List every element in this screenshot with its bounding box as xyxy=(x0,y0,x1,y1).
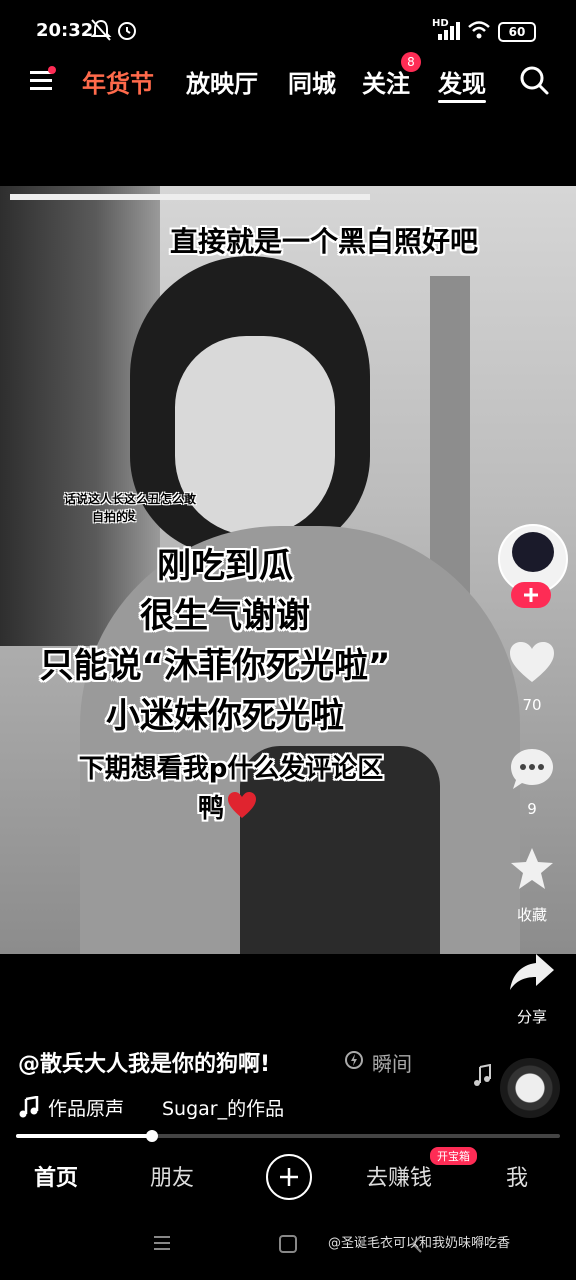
caption-med-1: 下期想看我p什么发评论区 xyxy=(78,754,384,784)
tab-home[interactable]: 首页 xyxy=(34,1160,78,1192)
plus-icon xyxy=(280,1168,298,1186)
nav-tab-following[interactable]: 关注 xyxy=(362,64,410,99)
status-bar: 20:32 HD 60 xyxy=(0,0,576,60)
share-arrow-icon[interactable] xyxy=(508,950,556,994)
tab-me[interactable]: 我 xyxy=(506,1160,528,1192)
wifi-icon xyxy=(468,21,490,39)
alarm-icon xyxy=(118,22,136,40)
nav-tab-festival[interactable]: 年货节 xyxy=(82,64,154,99)
nav-tab-cinema[interactable]: 放映厅 xyxy=(186,64,258,99)
signal-icon xyxy=(438,22,460,40)
search-icon[interactable] xyxy=(518,64,550,96)
caption-med-2: 鸭 xyxy=(197,794,224,824)
comment-count: 9 xyxy=(527,800,537,818)
tab-earn[interactable]: 去赚钱 xyxy=(366,1160,432,1192)
comment-icon[interactable] xyxy=(508,746,556,792)
like-heart-icon[interactable] xyxy=(508,640,556,684)
caption-small-2: 自拍的 xyxy=(91,510,128,524)
recent-apps-icon[interactable] xyxy=(152,1234,172,1252)
menu-button[interactable] xyxy=(28,66,56,94)
follow-plus-button[interactable] xyxy=(511,582,551,608)
weibo-watermark: @圣诞毛衣可以和我奶味嘚吃香 xyxy=(328,1236,511,1251)
caption-big-1: 刚吃到瓜 xyxy=(157,546,293,586)
caption-big-3: 只能说“沐菲你死光啦” xyxy=(39,646,391,686)
menu-dot xyxy=(48,66,56,74)
mute-bell-icon xyxy=(90,19,112,41)
home-square-icon[interactable] xyxy=(278,1234,298,1254)
status-time: 20:32 xyxy=(36,20,94,41)
create-button[interactable] xyxy=(266,1154,312,1200)
battery-indicator: 60 xyxy=(498,22,536,42)
video-player[interactable]: 直接就是一个黑白照好吧 话说这人长这么丑怎么敢发 自拍的 刚吃到瓜 很生气谢谢 … xyxy=(0,186,576,954)
active-tab-underline xyxy=(438,100,486,103)
music-note-icon xyxy=(19,1096,39,1118)
like-count: 70 xyxy=(522,696,542,714)
nav-tab-local[interactable]: 同城 xyxy=(288,64,336,99)
avatar-art xyxy=(512,532,554,572)
music-owner[interactable]: Sugar_的作品 xyxy=(162,1094,308,1121)
plus-icon xyxy=(524,588,538,602)
progress-fill xyxy=(16,1134,152,1138)
favorite-label: 收藏 xyxy=(516,906,547,924)
music-disc-button[interactable] xyxy=(500,1058,560,1118)
share-label: 分享 xyxy=(516,1008,547,1026)
red-heart-icon xyxy=(228,792,256,818)
tab-friends[interactable]: 朋友 xyxy=(150,1160,194,1192)
following-badge: 8 xyxy=(401,52,421,72)
rack-bar-image xyxy=(10,194,370,200)
flash-icon xyxy=(345,1051,363,1069)
caption-big-4: 小迷妹你死光啦 xyxy=(106,696,344,736)
floating-note-icon xyxy=(474,1064,491,1086)
author-name[interactable]: @散兵大人我是你的狗啊! xyxy=(18,1046,270,1078)
earn-badge: 开宝箱 xyxy=(430,1147,477,1165)
progress-handle[interactable] xyxy=(146,1130,158,1142)
favorite-star-icon[interactable] xyxy=(508,846,556,892)
caption-top: 直接就是一个黑白照好吧 xyxy=(170,225,479,258)
caption-big-2: 很生气谢谢 xyxy=(140,596,310,636)
nav-tab-discover[interactable]: 发现 xyxy=(438,64,486,99)
flash-label[interactable]: 瞬间 xyxy=(372,1048,412,1077)
music-label[interactable]: 作品原声 xyxy=(48,1094,124,1121)
